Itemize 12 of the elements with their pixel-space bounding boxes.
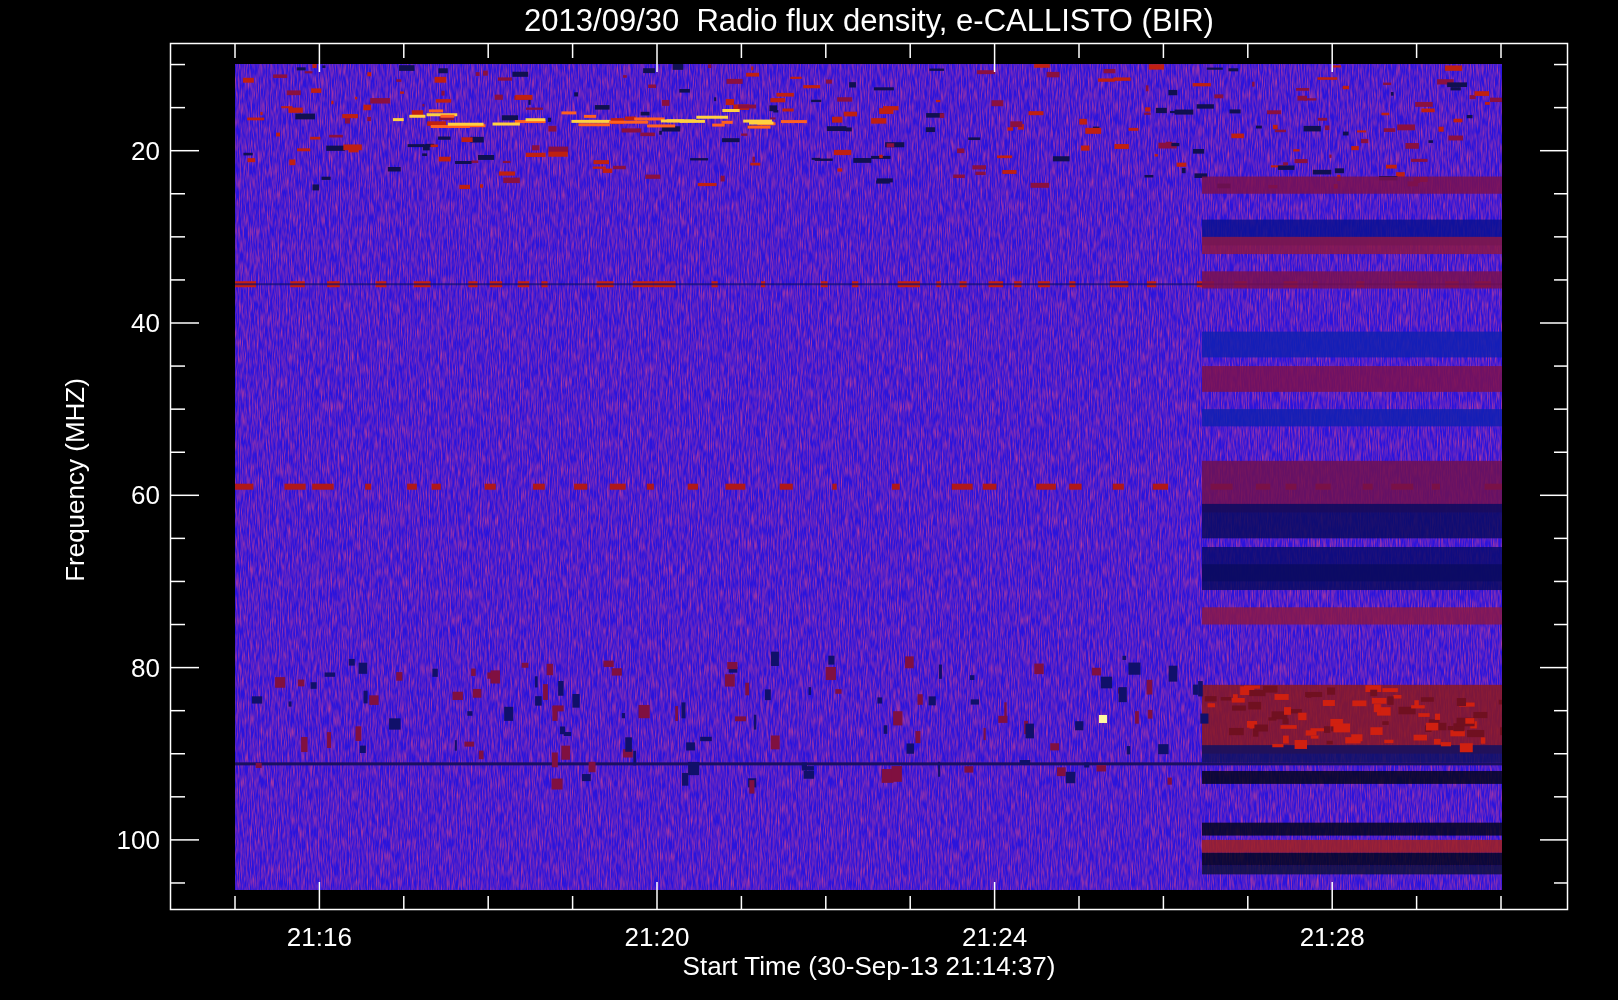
tick-label: 100 xyxy=(116,824,160,855)
tick-label: 21:20 xyxy=(624,922,690,952)
axis-label: Start Time (30-Sep-13 21:14:37) xyxy=(682,951,1056,981)
tick-label: 21:28 xyxy=(1299,922,1365,952)
axis-label: Frequency (MHZ) xyxy=(60,378,90,582)
chart-title: 2013/09/30 Radio flux density, e-CALLISTO (BIR) xyxy=(524,3,1214,38)
tick-label: 21:24 xyxy=(962,922,1028,952)
tick-label: 80 xyxy=(131,652,160,683)
tick-label: 21:16 xyxy=(286,922,352,952)
tick-label: 60 xyxy=(131,480,160,511)
tick-label: 20 xyxy=(131,135,160,166)
tick-label: 40 xyxy=(131,308,160,338)
